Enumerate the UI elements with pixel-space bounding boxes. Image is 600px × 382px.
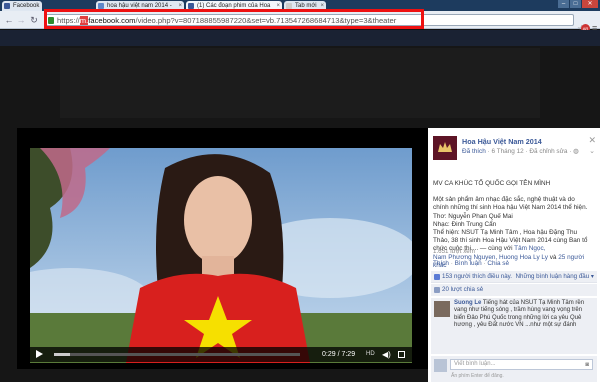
close-tab-icon[interactable]: × — [320, 1, 324, 11]
window-controls: – □ ✕ — [558, 0, 598, 8]
globe-icon: ◍ — [573, 148, 579, 155]
comment-sort-dropdown[interactable]: Những bình luận hàng đầu ▾ — [516, 271, 594, 283]
tab-label: hoa hậu việt nam 2014 - — [107, 3, 172, 9]
blank-favicon-icon — [286, 3, 292, 9]
enter-hint: Ấn phím Enter để đăng. — [451, 373, 504, 379]
url-subdomain-highlight: m. — [79, 16, 89, 25]
post-title-line: MV CA KHÚC TỔ QUỐC GỌI TÊN MÌNH — [433, 180, 551, 187]
comment-link[interactable]: Bình luận — [455, 260, 482, 267]
view-count: 1.651 lượt xem — [433, 248, 475, 255]
others-link[interactable]: 25 người — [558, 254, 584, 261]
post-body: MV CA KHÚC TỔ QUỐC GỌI TÊN MÌNH Một sản … — [433, 180, 599, 270]
close-tab-icon[interactable]: × — [178, 1, 182, 11]
post-line: Thảo, 38 thí sinh Hoa Hậu Việt Nam 2014 … — [433, 237, 588, 245]
facebook-topbar — [0, 30, 600, 46]
comment-author-link[interactable]: Suong Le — [454, 300, 481, 306]
forward-icon[interactable]: → — [16, 15, 26, 25]
camera-icon[interactable]: ◙ — [585, 361, 589, 370]
user-avatar — [434, 359, 447, 372]
minimize-icon[interactable]: – — [558, 0, 569, 8]
post-meta: Đã thích · 6 Tháng 12 · Đã chỉnh sửa · ◍ — [462, 148, 579, 155]
crown-logo-icon — [433, 136, 457, 160]
tab-strip: Facebook hoa hậu việt nam 2014 - × (1) C… — [0, 0, 600, 11]
page-name-link[interactable]: Hoa Hậu Việt Nam 2014 — [462, 137, 542, 146]
shares-summary: 20 lượt chia sẻ — [431, 284, 597, 296]
video-theater: 0:29 / 7:29 HD ◀) — [17, 128, 428, 369]
play-icon[interactable] — [36, 350, 43, 358]
comment-item: Suong Le Tiếng hát của NSUT Tạ Minh Tâm … — [431, 298, 597, 354]
video-frame — [30, 148, 412, 363]
post-line: Nhạc: Đinh Trung Cẩn — [433, 220, 497, 228]
seek-progress — [54, 353, 70, 356]
post-line: Thể hiện: NSUT Tạ Minh Tâm , Hoa hậu Đặn… — [433, 229, 578, 237]
tab-search[interactable]: hoa hậu việt nam 2014 - × — [96, 1, 184, 11]
seek-bar[interactable] — [54, 353, 300, 356]
tab-video[interactable]: (1) Các đoạn phim của Hoa × — [186, 1, 282, 11]
post-line: chính những thí sinh Hoa hậu Việt Nam 20… — [433, 204, 588, 212]
tab-label: Tab mới — [295, 3, 317, 9]
reload-icon[interactable]: ↻ — [29, 15, 39, 25]
cover-ghost — [60, 48, 540, 118]
url-text: https://m.facebook.com/video.php?v=80718… — [57, 16, 397, 25]
comment-body: Suong Le Tiếng hát của NSUT Tạ Minh Tâm … — [454, 300, 585, 329]
like-link[interactable]: Thích — [433, 260, 449, 267]
lock-icon — [48, 17, 54, 24]
facebook-favicon-icon — [188, 3, 194, 9]
window-close-icon[interactable]: ✕ — [582, 0, 598, 8]
tab-label: Facebook — [13, 3, 40, 9]
reply-box: Viết bình luận... ◙ Ấn phím Enter để đăn… — [431, 356, 597, 382]
comment-input[interactable]: Viết bình luận... ◙ — [450, 359, 593, 370]
likes-count-link[interactable]: 153 người thích điều này. — [442, 273, 512, 280]
fullscreen-icon[interactable] — [398, 351, 405, 358]
edited-label[interactable]: Đã chỉnh sửa — [529, 148, 567, 155]
page-avatar[interactable] — [433, 136, 457, 160]
likes-summary: 153 người thích điều này. Những bình luậ… — [431, 271, 597, 283]
post-line: Thơ: Nguyễn Phan Quế Mai — [433, 212, 513, 220]
volume-icon[interactable]: ◀) — [382, 349, 391, 360]
chevron-down-icon[interactable]: ⌄ — [589, 147, 595, 155]
tab-facebook[interactable]: Facebook — [2, 1, 42, 11]
shares-count-link[interactable]: 20 lượt chia sẻ — [442, 286, 483, 293]
search-favicon-icon — [98, 3, 104, 9]
post-actions: Thích · Bình luận · Chia sẻ — [433, 260, 510, 267]
timecode: 0:29 / 7:29 — [322, 351, 356, 358]
browser-toolbar: ← → ↻ https://m.facebook.com/video.php?v… — [0, 11, 600, 35]
share-link[interactable]: Chia sẻ — [487, 260, 509, 267]
tab-new[interactable]: Tab mới × — [284, 1, 326, 11]
video-player[interactable] — [30, 148, 412, 363]
close-tab-icon[interactable]: × — [276, 1, 280, 11]
post-date[interactable]: 6 Tháng 12 — [492, 148, 524, 155]
address-bar[interactable]: https://m.facebook.com/video.php?v=80718… — [44, 14, 574, 26]
back-icon[interactable]: ← — [4, 15, 14, 25]
tagged-user-link[interactable]: Tâm Ngọc, — [514, 245, 545, 252]
close-icon[interactable]: ✕ — [588, 135, 596, 146]
liked-link[interactable]: Đã thích — [462, 148, 486, 155]
maximize-icon[interactable]: □ — [570, 0, 581, 8]
thumbs-up-icon — [434, 274, 440, 280]
commenter-avatar[interactable] — [434, 301, 450, 317]
tab-label: (1) Các đoạn phim của Hoa — [197, 3, 271, 9]
video-controls: 0:29 / 7:29 HD ◀) — [30, 347, 412, 362]
share-icon — [434, 287, 440, 293]
facebook-favicon-icon — [4, 3, 10, 9]
hd-icon[interactable]: HD — [366, 349, 375, 360]
